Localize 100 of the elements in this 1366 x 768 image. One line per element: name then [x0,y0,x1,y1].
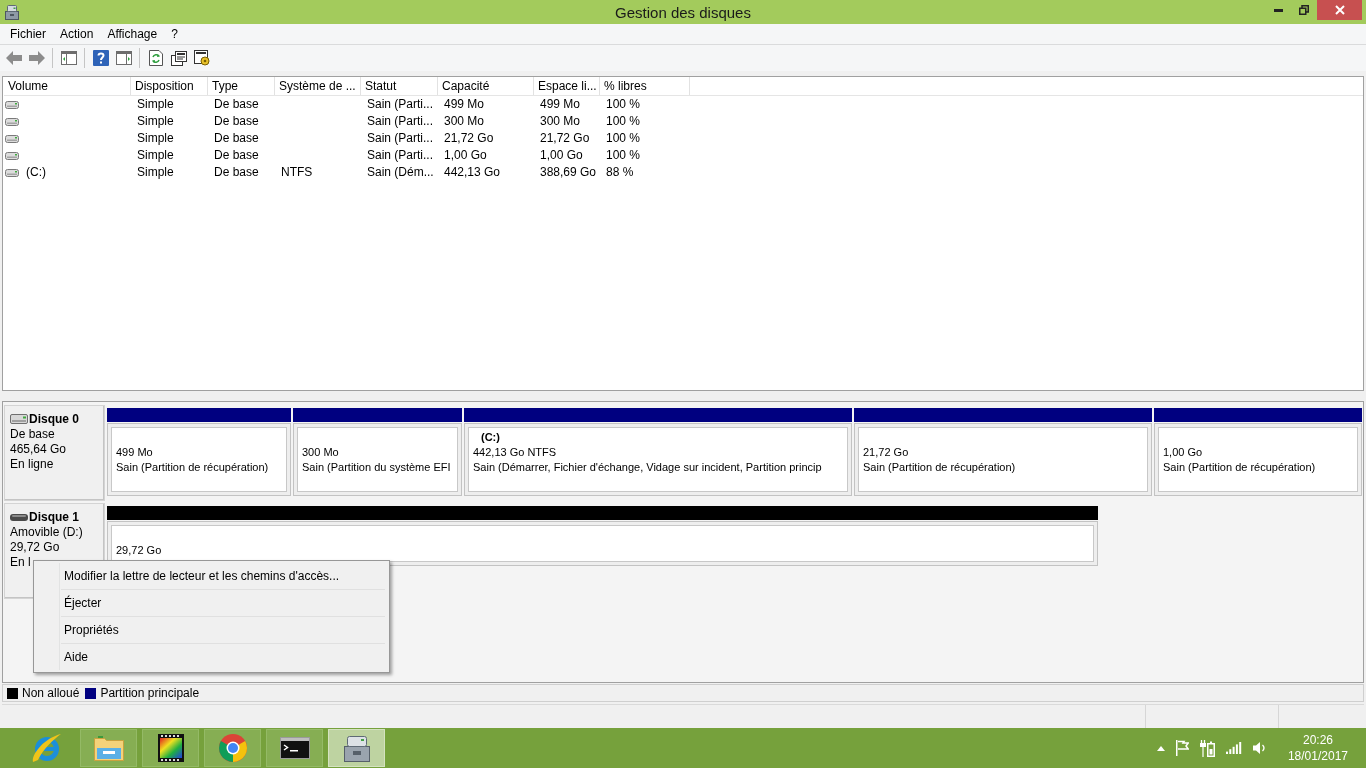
disk-detail: En l [10,555,31,570]
disk-detail: De base [10,427,55,442]
table-cell-text: 300 Mo [443,113,486,130]
table-cell-text: 388,69 Go [539,164,598,181]
partition-status: Sain (Partition de récupération) [116,460,270,475]
drive-icon [5,134,19,143]
taskbar-button[interactable] [142,729,199,767]
table-cell-text: 100 % [605,113,642,130]
menu-bar-item[interactable]: Fichier [3,24,53,44]
drive-icon [5,100,19,109]
flag-icon[interactable] [1175,740,1189,756]
column-header[interactable]: Disposition [131,77,208,95]
menu-item[interactable]: Aide [60,644,387,670]
removable-drive-icon [10,513,28,521]
table-cell-text: 1,00 Go [443,147,488,164]
round-logo-icon [218,734,247,762]
table-cell-text: De base [213,164,260,181]
minimize-icon [1273,8,1283,12]
table-cell-text: 21,72 Go [443,130,495,147]
partition-size: 29,72 Go [116,543,163,558]
battery-plug-icon[interactable] [1199,739,1215,757]
menu-bar-item[interactable]: Affichage [100,24,165,44]
table-cell-text: De base [213,96,260,113]
partition-box[interactable]: 499 Mo Sain (Partition de récupération) [107,423,291,496]
menu-bar-item[interactable]: ? [164,24,185,44]
table-cell-text: Sain (Parti... [366,130,435,147]
table-cell-text: De base [213,130,260,147]
restore-icon [1299,5,1309,15]
table-cell-text: Simple [136,113,175,130]
speaker-icon[interactable] [1252,741,1267,755]
column-header[interactable]: Système de ... [275,77,361,95]
partition-box[interactable]: (C:) 442,13 Go NTFS Sain (Démarrer, Fichier d'échange, Vidage sur incident, Partition princip [464,423,852,496]
partition-status: Sain (Partition du système EFI [302,460,452,475]
partition-size: 499 Mo [116,445,154,460]
disk-name: Disque 0 [29,412,79,426]
table-cell-text: 100 % [605,147,642,164]
table-cell-text: 100 % [605,130,642,147]
partition-size: 442,13 Go NTFS [473,445,558,460]
table-cell-text: 499 Mo [443,96,486,113]
film-strip-icon [157,734,184,762]
disk-info-panel[interactable]: Disque 0 De base 465,64 Go En ligne [4,405,105,501]
partition-label: (C:) [480,430,501,445]
partition-box[interactable]: 300 Mo Sain (Partition du système EFI [293,423,462,496]
partition-size: 1,00 Go [1163,445,1204,460]
table-cell-text: NTFS [280,164,314,181]
column-header[interactable]: % libres [600,77,690,95]
partition-box[interactable]: 1,00 Go Sain (Partition de récupération) [1154,423,1362,496]
drive-icon [5,151,19,160]
disk-drive-icon [10,414,28,424]
partition-box[interactable]: 29,72 Go [107,521,1098,566]
table-cell-text: Simple [136,147,175,164]
table-cell-text: De base [213,147,260,164]
legend-label: Partition principale [100,686,200,700]
table-cell-text: Simple [136,164,175,181]
close-icon [1334,5,1345,15]
close-button[interactable] [1317,0,1362,20]
table-cell-text: Sain (Parti... [366,96,435,113]
partition-status: Sain (Démarrer, Fichier d'échange, Vidage sur incident, Partition princip [473,460,823,475]
column-header[interactable]: Type [208,77,275,95]
window-title: Gestion des disques [615,3,751,21]
column-header[interactable]: Capacité [438,77,534,95]
table-cell-text: 100 % [605,96,642,113]
menu-item[interactable]: Propriétés [60,617,387,643]
table-cell-text: 499 Mo [539,96,582,113]
table-cell-text: 21,72 Go [539,130,591,147]
partition-status: Sain (Partition de récupération) [1163,460,1317,475]
partition-size: 300 Mo [302,445,340,460]
column-header[interactable]: Statut [361,77,438,95]
menu-bar-item[interactable]: Action [53,24,101,44]
legend-label: Non alloué [22,686,80,700]
table-cell-text: 88 % [605,164,635,181]
table-cell: (C:) [26,164,46,181]
taskbar-button[interactable] [266,729,323,767]
table-cell-text: Sain (Parti... [366,113,435,130]
disk-toolbox-icon [4,4,20,20]
disk-detail: Amovible (D:) [10,525,83,540]
column-header[interactable]: Volume [4,77,131,95]
signal-bars-icon[interactable] [1225,742,1242,754]
partition-size: 21,72 Go [863,445,910,460]
disk-detail: 465,64 Go [10,442,67,457]
disk-name: Disque 1 [29,510,79,524]
partition-status: Sain (Partition de récupération) [863,460,1017,475]
table-cell-text: 442,13 Go [443,164,502,181]
folder-icon [93,735,124,761]
disk-toolbox-icon [341,734,372,762]
caret-up-icon[interactable] [1156,745,1165,751]
terminal-icon [279,737,310,759]
table-cell-text: 1,00 Go [539,147,584,164]
drive-icon [5,168,19,177]
table-cell-text: Simple [136,96,175,113]
table-cell-text: De base [213,113,260,130]
drive-icon [5,117,19,126]
e-logo-icon [31,733,62,763]
table-cell-text: Sain (Dém... [366,164,435,181]
disk-detail: 29,72 Go [10,540,60,555]
table-cell-text: Simple [136,130,175,147]
disk-detail: En ligne [10,457,54,472]
column-header[interactable]: Espace li... [534,77,600,95]
menu-item[interactable]: Éjecter [60,590,387,616]
partition-box[interactable]: 21,72 Go Sain (Partition de récupération) [854,423,1152,496]
